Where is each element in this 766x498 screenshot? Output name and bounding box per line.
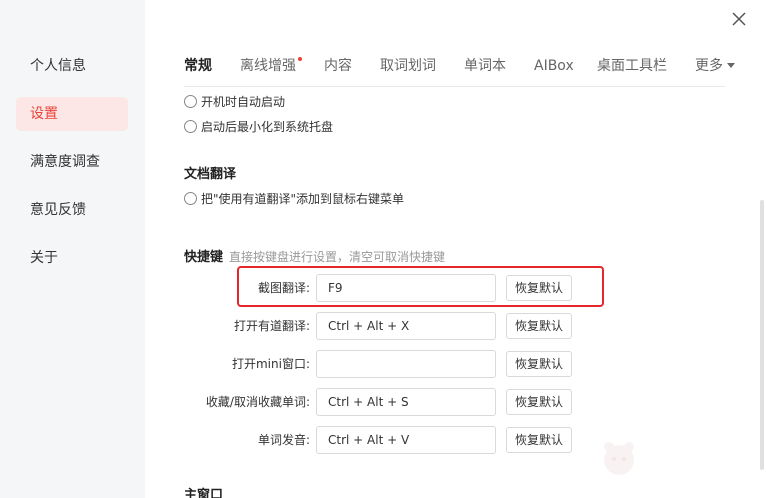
chevron-down-icon xyxy=(727,63,735,68)
sidebar: 个人信息 设置 满意度调查 意见反馈 关于 xyxy=(0,0,145,498)
tab-aibox[interactable]: AIBox xyxy=(534,56,574,76)
hotkey-label-screenshot: 截图翻译: xyxy=(257,281,310,295)
sidebar-item-survey[interactable]: 满意度调查 xyxy=(16,145,128,179)
sidebar-item-settings[interactable]: 设置 xyxy=(16,97,128,131)
tab-general[interactable]: 常规 xyxy=(184,56,212,76)
minimize-to-tray-radio[interactable] xyxy=(184,119,197,133)
minimize-to-tray-option[interactable]: 启动后最小化到系统托盘 xyxy=(184,117,333,135)
hotkeys-section-header: 快捷键 直接按键盘进行设置，清空可取消快捷键 xyxy=(184,246,445,265)
tab-desktop-toolbar[interactable]: 桌面工具栏 xyxy=(597,56,667,76)
reset-button-screenshot[interactable]: 恢复默认 xyxy=(506,275,572,301)
tab-divider xyxy=(184,86,725,87)
hotkey-input-favorite[interactable]: Ctrl + Alt + S xyxy=(316,388,496,416)
notification-dot xyxy=(298,57,302,61)
hotkeys-hint: 直接按键盘进行设置，清空可取消快捷键 xyxy=(229,250,446,264)
context-menu-option[interactable]: 把"使用有道翻译"添加到鼠标右键菜单 xyxy=(184,189,404,207)
scrollbar-thumb[interactable] xyxy=(760,200,764,470)
hotkey-input-pronounce[interactable]: Ctrl + Alt + V xyxy=(316,426,496,454)
tab-wordbook[interactable]: 单词本 xyxy=(464,56,506,76)
tab-word-capture[interactable]: 取词划词 xyxy=(380,56,436,76)
tab-more[interactable]: 更多 xyxy=(695,56,735,76)
hotkeys-title: 快捷键 xyxy=(184,250,224,265)
main-window-title: 主窗口 xyxy=(184,488,224,498)
hotkey-label-pronounce: 单词发音: xyxy=(257,433,310,447)
auto-start-radio[interactable] xyxy=(184,94,197,108)
sidebar-item-feedback[interactable]: 意见反馈 xyxy=(16,193,128,227)
hotkey-label-favorite: 收藏/取消收藏单词: xyxy=(205,395,310,409)
sidebar-item-about[interactable]: 关于 xyxy=(16,241,128,275)
hotkey-input-screenshot[interactable]: F9 xyxy=(316,274,496,302)
tab-content[interactable]: 内容 xyxy=(324,56,352,76)
reset-button-favorite[interactable]: 恢复默认 xyxy=(506,389,572,415)
context-menu-label: 把"使用有道翻译"添加到鼠标右键菜单 xyxy=(201,191,405,206)
sidebar-item-profile[interactable]: 个人信息 xyxy=(16,49,128,83)
doc-translate-title: 文档翻译 xyxy=(184,167,237,182)
hotkey-label-mini-window: 打开mini窗口: xyxy=(231,357,310,371)
mascot-icon xyxy=(604,442,634,475)
reset-button-mini-window[interactable]: 恢复默认 xyxy=(506,351,572,377)
tab-offline-enhance[interactable]: 离线增强 xyxy=(240,56,302,76)
hotkey-input-mini-window[interactable] xyxy=(316,350,496,378)
reset-button-open-app[interactable]: 恢复默认 xyxy=(506,313,572,339)
close-icon xyxy=(732,12,746,26)
close-button[interactable] xyxy=(729,9,749,29)
hotkey-label-open-app: 打开有道翻译: xyxy=(233,319,310,333)
minimize-to-tray-label: 启动后最小化到系统托盘 xyxy=(201,119,334,134)
reset-button-pronounce[interactable]: 恢复默认 xyxy=(506,427,572,453)
hotkey-input-open-app[interactable]: Ctrl + Alt + X xyxy=(316,312,496,340)
auto-start-option[interactable]: 开机时自动启动 xyxy=(184,92,285,110)
auto-start-label: 开机时自动启动 xyxy=(201,94,286,109)
context-menu-radio[interactable] xyxy=(184,191,197,205)
